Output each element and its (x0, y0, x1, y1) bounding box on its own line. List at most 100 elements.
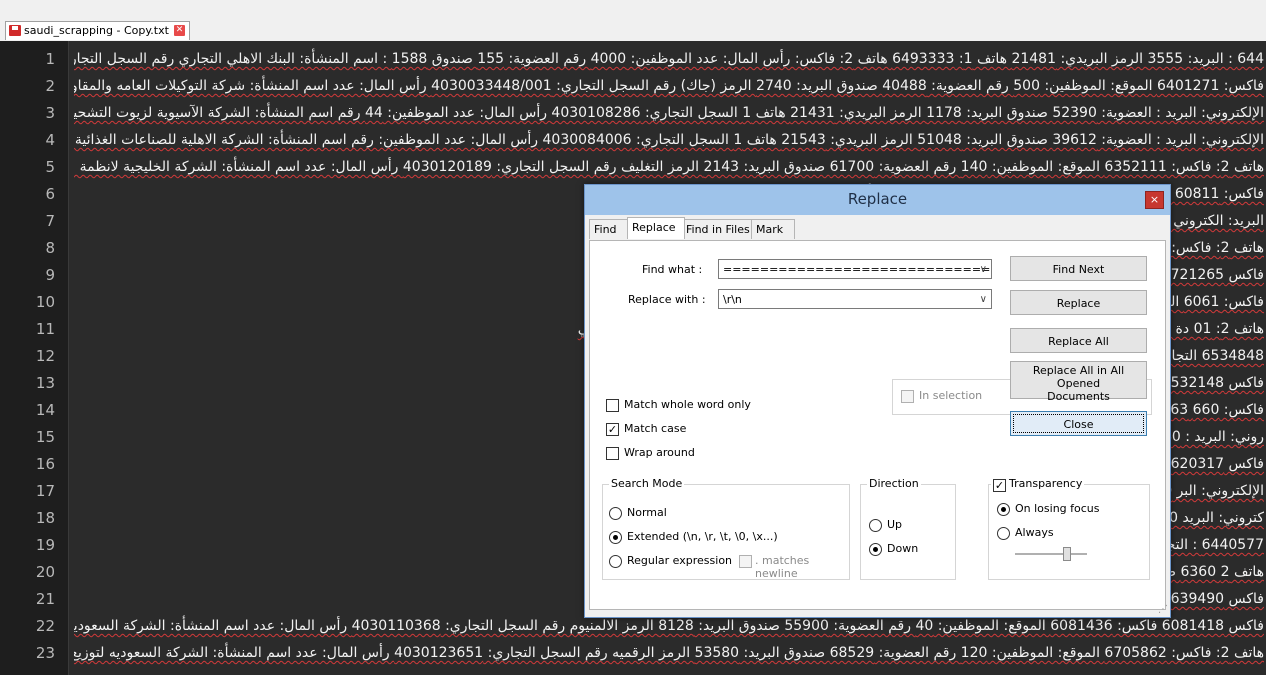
normal-label: Normal (627, 506, 667, 519)
tab-label: saudi_scrapping - Copy.txt (24, 24, 169, 37)
line-text[interactable]: هاتف 2: فاكس: 6352111 الموقع: الموظفين: … (74, 155, 1264, 180)
find-what-input[interactable]: ============================== ∨ (718, 259, 992, 279)
in-selection-label: In selection (919, 389, 983, 402)
editor-line[interactable]: 2 فاكس: 6401271 الموقع: الموظفين: 500 رقم… (0, 74, 1266, 99)
always-label: Always (1015, 526, 1054, 539)
transparency-group: ✓ Transparency On losing focus Always (988, 477, 1150, 580)
tab-mark[interactable]: Mark (751, 219, 795, 239)
line-text[interactable]: فاكس: 6401271 الموقع: الموظفين: 500 رقم … (74, 74, 1264, 99)
close-icon[interactable]: × (1145, 191, 1164, 209)
line-number: 8 (45, 239, 55, 257)
line-number: 3 (45, 104, 55, 122)
always-radio[interactable] (997, 527, 1010, 540)
line-number: 12 (35, 347, 55, 365)
transparency-title-wrap: ✓ Transparency (991, 477, 1085, 492)
wrap-around-checkbox[interactable] (606, 447, 619, 460)
line-number: 16 (35, 455, 55, 473)
line-number: 7 (45, 212, 55, 230)
matches-newline-label: . matches newline (755, 554, 810, 580)
line-number: 17 (35, 482, 55, 500)
line-number: 11 (35, 320, 55, 338)
line-number: 10 (35, 293, 55, 311)
regex-radio[interactable] (609, 555, 622, 568)
direction-group: Direction Up Down (860, 477, 956, 580)
normal-radio[interactable] (609, 507, 622, 520)
editor-line[interactable]: 1 644 : البريد: 3555 الرمز البريدي: 21481… (0, 47, 1266, 72)
regex-label: Regular expression (627, 554, 733, 567)
direction-up-radio[interactable] (869, 519, 882, 532)
direction-up-label: Up (887, 518, 903, 531)
find-what-label: Find what : (642, 263, 703, 276)
dialog-title-bar[interactable]: Replace × (585, 185, 1170, 215)
line-number: 15 (35, 428, 55, 446)
search-mode-title: Search Mode (609, 477, 685, 490)
transparency-title: Transparency (1009, 477, 1083, 490)
tab-find[interactable]: Find (589, 219, 631, 239)
tab-bar: saudi_scrapping - Copy.txt ✕ (0, 20, 1266, 40)
on-losing-focus-label: On losing focus (1015, 502, 1100, 515)
chevron-down-icon[interactable]: ∨ (980, 260, 987, 278)
line-text[interactable]: هاتف 2: فاكس: 6705862 الموقع: الموظفين: … (74, 641, 1264, 666)
replace-all-documents-label-2: Documents (1047, 390, 1110, 403)
editor-line[interactable]: 5 هاتف 2: فاكس: 6352111 الموقع: الموظفين:… (0, 155, 1266, 180)
direction-title: Direction (867, 477, 921, 490)
tab-saudi-scrapping[interactable]: saudi_scrapping - Copy.txt ✕ (5, 21, 190, 40)
extended-radio[interactable] (609, 531, 622, 544)
match-case-checkbox[interactable]: ✓ (606, 423, 619, 436)
on-losing-focus-radio[interactable] (997, 503, 1010, 516)
replace-dialog: Replace × Find Replace Find in Files Mar… (584, 184, 1171, 618)
replace-with-value: \r\n (723, 293, 742, 306)
line-number: 18 (35, 509, 55, 527)
transparency-checkbox[interactable]: ✓ (993, 479, 1006, 492)
replace-all-documents-button[interactable]: Replace All in All Opened Documents (1010, 361, 1147, 403)
unsaved-file-icon (9, 25, 21, 36)
line-number: 2 (45, 77, 55, 95)
line-number: 13 (35, 374, 55, 392)
line-text[interactable]: الإلكتروني: البريد : العضوية: 52390 صندو… (74, 101, 1264, 126)
line-number: 5 (45, 158, 55, 176)
resize-grip-icon[interactable]: ⋰ (1158, 604, 1168, 615)
line-number: 20 (35, 563, 55, 581)
editor-line[interactable]: 3 الإلكتروني: البريد : العضوية: 52390 صند… (0, 101, 1266, 126)
search-mode-group: Search Mode Normal Extended (\n, \r, \t,… (602, 477, 850, 580)
direction-down-radio[interactable] (869, 543, 882, 556)
find-next-button[interactable]: Find Next (1010, 256, 1147, 281)
notepad-window: saudi_scrapping - Copy.txt ✕ 1 644 : البر… (0, 0, 1266, 675)
direction-down-label: Down (887, 542, 919, 555)
in-selection-checkbox[interactable] (901, 390, 914, 403)
line-number: 9 (45, 266, 55, 284)
line-number: 1 (45, 50, 55, 68)
editor-line[interactable]: 4 الإلكتروني: البريد : العضوية: 39612 صند… (0, 128, 1266, 153)
line-number: 19 (35, 536, 55, 554)
transparency-slider-thumb[interactable] (1063, 547, 1071, 561)
line-number: 21 (35, 590, 55, 608)
match-whole-word-label: Match whole word only (624, 398, 751, 411)
dialog-title: Replace (847, 190, 908, 208)
wrap-around-label: Wrap around (624, 446, 695, 459)
line-text[interactable]: 644 : البريد: 3555 الرمز البريدي: 21481 … (74, 47, 1264, 72)
line-number: 23 (35, 644, 55, 662)
replace-all-button[interactable]: Replace All (1010, 328, 1147, 353)
tab-replace[interactable]: Replace (627, 217, 685, 239)
chevron-down-icon[interactable]: ∨ (980, 290, 987, 308)
replace-panel: Find what : ============================… (589, 240, 1166, 610)
match-case-label: Match case (624, 422, 687, 435)
replace-with-input[interactable]: \r\n ∨ (718, 289, 992, 309)
replace-with-label: Replace with : (628, 293, 706, 306)
line-number: 6 (45, 185, 55, 203)
extended-label: Extended (\n, \r, \t, \0, \x...) (627, 530, 778, 543)
tab-find-in-files[interactable]: Find in Files (681, 219, 755, 239)
find-what-value: ============================== (723, 263, 992, 276)
transparency-slider[interactable] (1015, 553, 1087, 555)
close-icon[interactable]: ✕ (174, 25, 185, 36)
line-number: 4 (45, 131, 55, 149)
replace-all-documents-label-1: Replace All in All Opened (1032, 364, 1125, 390)
editor-line[interactable]: 23 هاتف 2: فاكس: 6705862 الموقع: الموظفين… (0, 641, 1266, 666)
line-text[interactable]: الإلكتروني: البريد : العضوية: 39612 صندو… (74, 128, 1264, 153)
line-number: 14 (35, 401, 55, 419)
matches-newline-checkbox[interactable] (739, 555, 752, 568)
close-button[interactable]: Close (1010, 411, 1147, 436)
match-whole-word-checkbox[interactable] (606, 399, 619, 412)
line-number: 22 (35, 617, 55, 635)
replace-button[interactable]: Replace (1010, 290, 1147, 315)
